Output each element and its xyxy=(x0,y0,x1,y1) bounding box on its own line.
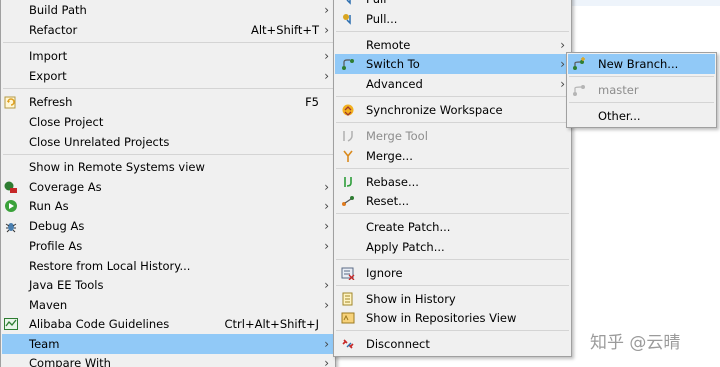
menu-item-build-path[interactable]: Build Path › xyxy=(2,0,334,20)
menu-item-close-project[interactable]: Close Project xyxy=(2,112,334,132)
submenu-arrow-icon: › xyxy=(324,180,329,194)
menu-item-restore-local-history[interactable]: Restore from Local History... xyxy=(2,256,334,276)
new-branch-icon xyxy=(573,57,585,70)
menu-item-close-unrelated-projects[interactable]: Close Unrelated Projects xyxy=(2,132,334,152)
menu-item-synchronize-workspace[interactable]: Synchronize Workspace xyxy=(335,100,570,120)
submenu-arrow-icon: › xyxy=(324,3,329,17)
team-submenu: Pull Pull... Remote › Switch To › Advanc… xyxy=(333,0,572,357)
repositories-icon xyxy=(341,312,355,324)
menu-separator xyxy=(569,76,714,77)
submenu-arrow-icon: › xyxy=(324,23,329,37)
switch-branch-icon xyxy=(342,59,354,70)
submenu-arrow-icon: › xyxy=(324,278,329,292)
menu-item-other[interactable]: Other... xyxy=(568,106,715,126)
menu-separator xyxy=(336,213,569,214)
merge-tool-icon xyxy=(343,131,353,142)
menu-separator xyxy=(336,96,569,97)
menu-item-export[interactable]: Export › xyxy=(2,66,334,86)
menu-item-pull[interactable]: Pull xyxy=(335,0,570,9)
git-pull-dialog-icon xyxy=(343,14,351,25)
refresh-icon xyxy=(4,96,16,109)
menu-item-compare-with[interactable]: Compare With › xyxy=(2,353,334,367)
menu-item-apply-patch[interactable]: Apply Patch... xyxy=(335,237,570,257)
git-pull-icon xyxy=(346,0,351,5)
menu-item-alibaba-code-guidelines[interactable]: Alibaba Code Guidelines Ctrl+Alt+Shift+J xyxy=(2,314,334,334)
submenu-arrow-icon: › xyxy=(324,49,329,63)
watermark: 知乎 @云晴 xyxy=(590,333,681,353)
menu-item-run-as[interactable]: Run As › xyxy=(2,196,334,216)
editor-background xyxy=(570,0,720,6)
ignore-icon xyxy=(341,267,355,280)
menu-item-new-branch[interactable]: New Branch... xyxy=(568,54,715,74)
menu-item-merge-tool[interactable]: Merge Tool xyxy=(335,126,570,146)
menu-item-maven[interactable]: Maven › xyxy=(2,295,334,315)
menu-separator xyxy=(336,122,569,123)
menu-separator xyxy=(336,168,569,169)
menu-separator xyxy=(3,154,333,155)
menu-item-debug-as[interactable]: Debug As › xyxy=(2,216,334,236)
menu-item-pull-dialog[interactable]: Pull... xyxy=(335,9,570,29)
branch-icon xyxy=(573,85,585,96)
run-icon xyxy=(5,200,17,212)
alibaba-guidelines-icon xyxy=(4,318,18,330)
debug-icon xyxy=(5,223,17,233)
switch-to-submenu: New Branch... master Other... xyxy=(566,52,717,128)
menu-item-team[interactable]: Team › xyxy=(2,334,334,354)
menu-item-ignore[interactable]: Ignore xyxy=(335,263,570,283)
submenu-arrow-icon: › xyxy=(324,356,329,367)
submenu-arrow-icon: › xyxy=(324,219,329,233)
disconnect-icon xyxy=(342,339,354,349)
submenu-arrow-icon: › xyxy=(324,298,329,312)
menu-item-refactor[interactable]: Refactor Alt+Shift+T › xyxy=(2,20,334,40)
menu-separator xyxy=(3,88,333,89)
menu-item-rebase[interactable]: Rebase... xyxy=(335,172,570,192)
coverage-icon xyxy=(4,181,17,193)
menu-item-profile-as[interactable]: Profile As › xyxy=(2,236,334,256)
menu-item-switch-to[interactable]: Switch To › xyxy=(335,54,570,74)
submenu-arrow-icon: › xyxy=(324,337,329,351)
menu-item-import[interactable]: Import › xyxy=(2,46,334,66)
submenu-arrow-icon: › xyxy=(324,239,329,253)
menu-item-master[interactable]: master xyxy=(568,80,715,100)
menu-item-show-in-history[interactable]: Show in History xyxy=(335,289,570,309)
menu-item-remote[interactable]: Remote › xyxy=(335,35,570,55)
project-context-menu: Build Path › Refactor Alt+Shift+T › Impo… xyxy=(0,0,336,367)
submenu-arrow-icon: › xyxy=(560,57,565,71)
history-icon xyxy=(342,292,353,306)
menu-separator xyxy=(336,330,569,331)
menu-separator xyxy=(336,259,569,260)
menu-item-show-in-repositories-view[interactable]: Show in Repositories View xyxy=(335,308,570,328)
menu-separator xyxy=(336,285,569,286)
reset-icon xyxy=(342,196,354,206)
menu-item-refresh[interactable]: Refresh F5 xyxy=(2,92,334,112)
rebase-icon xyxy=(344,177,352,187)
menu-separator xyxy=(569,102,714,103)
menu-separator xyxy=(3,42,333,43)
submenu-arrow-icon: › xyxy=(324,199,329,213)
menu-item-show-in-remote-systems[interactable]: Show in Remote Systems view xyxy=(2,157,334,177)
menu-item-disconnect[interactable]: Disconnect xyxy=(335,334,570,354)
merge-icon xyxy=(343,150,353,162)
synchronize-icon xyxy=(342,104,354,116)
menu-item-create-patch[interactable]: Create Patch... xyxy=(335,217,570,237)
submenu-arrow-icon: › xyxy=(560,77,565,91)
menu-item-reset[interactable]: Reset... xyxy=(335,191,570,211)
submenu-arrow-icon: › xyxy=(324,69,329,83)
menu-separator xyxy=(336,31,569,32)
menu-item-coverage-as[interactable]: Coverage As › xyxy=(2,177,334,197)
menu-item-merge[interactable]: Merge... xyxy=(335,146,570,166)
menu-item-advanced[interactable]: Advanced › xyxy=(335,74,570,94)
menu-item-java-ee-tools[interactable]: Java EE Tools › xyxy=(2,275,334,295)
submenu-arrow-icon: › xyxy=(560,38,565,52)
